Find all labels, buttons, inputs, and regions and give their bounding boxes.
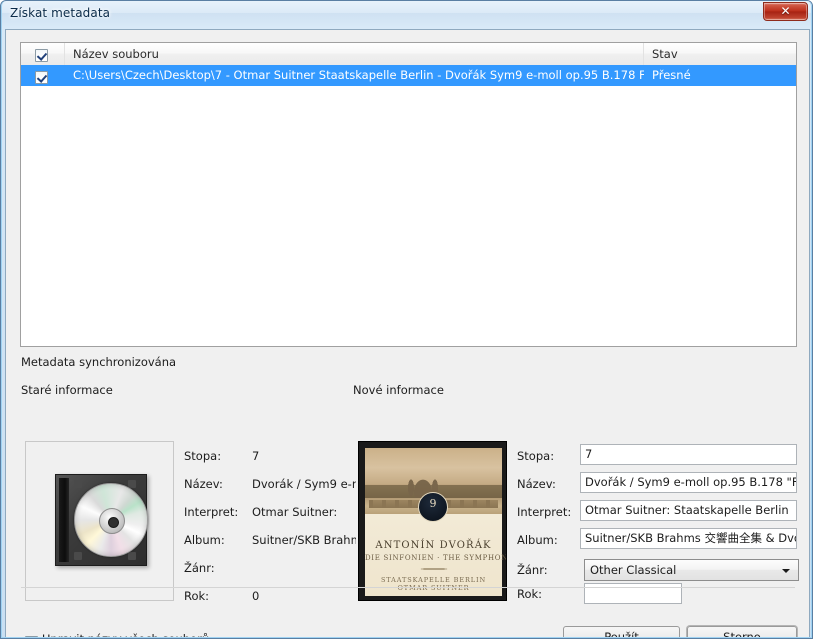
file-list-header: Název souboru Stav — [21, 43, 796, 66]
old-value-track: 7 — [252, 449, 260, 463]
cover-subtitle: DIE SINFONIEN · THE SYMPHONIES — [365, 554, 507, 562]
new-album-art: 9 ANTONÍN DVOŘÁK DIE SINFONIEN · THE SYM… — [358, 441, 507, 601]
row-state: Přesné — [652, 68, 691, 82]
checkbox-glyph — [35, 49, 48, 62]
dialog-client-area: Název souboru Stav C:\Users\Czech\Deskto… — [5, 29, 810, 639]
footer-divider — [21, 587, 795, 588]
rename-all-label: Upravit názvy všech souborů — [42, 632, 210, 639]
artist-field[interactable]: Otmar Suitner: Staatskapelle Berlin — [580, 500, 797, 521]
apply-button[interactable]: Použít — [563, 626, 680, 638]
column-header-state[interactable]: Stav — [644, 43, 796, 65]
status-message: Metadata synchronizována — [21, 355, 177, 369]
close-icon: ✕ — [780, 4, 791, 18]
new-label-album: Album: — [517, 533, 558, 547]
table-row[interactable]: C:\Users\Czech\Desktop\7 - Otmar Suitner… — [21, 65, 796, 86]
album-field[interactable]: Suitner/SKB Brahms 交響曲全集 & Dvořák — [580, 528, 797, 549]
cd-jewel-case-icon — [55, 474, 148, 566]
cd-corner — [128, 552, 136, 560]
cd-corner — [74, 552, 82, 560]
cd-spine — [59, 478, 69, 562]
track-field[interactable]: 7 — [580, 444, 797, 465]
old-info-heading: Staré informace — [21, 383, 113, 397]
old-label-album: Album: — [184, 533, 225, 547]
new-label-genre: Žánr: — [517, 563, 548, 577]
cd-hub — [99, 508, 125, 534]
new-label-title: Název: — [517, 477, 556, 491]
new-info-heading: Nové informace — [353, 383, 444, 397]
old-label-title: Název: — [184, 477, 223, 491]
cover-artist: ANTONÍN DVOŘÁK — [375, 540, 492, 551]
genre-selected-value: Other Classical — [590, 563, 677, 577]
old-value-year: 0 — [252, 589, 260, 603]
old-album-art — [25, 441, 174, 601]
old-value-title: Dvorák / Sym9 e-moll — [252, 477, 356, 491]
close-button[interactable]: ✕ — [763, 2, 808, 21]
new-label-artist: Interpret: — [517, 505, 572, 519]
rename-all-checkbox[interactable] — [25, 634, 38, 638]
old-label-genre: Žánr: — [184, 561, 215, 575]
title-bar: Získat metadata ✕ — [1, 1, 812, 29]
cd-hole — [108, 517, 119, 528]
file-list[interactable]: Název souboru Stav C:\Users\Czech\Deskto… — [20, 42, 797, 347]
column-header-checkbox[interactable] — [21, 43, 65, 65]
old-label-track: Stopa: — [184, 449, 222, 463]
cd-disc-icon — [74, 483, 148, 557]
cd-corner — [74, 480, 82, 488]
old-label-year: Rok: — [184, 589, 210, 603]
cover-text-panel: ANTONÍN DVOŘÁK DIE SINFONIEN · THE SYMPH… — [365, 514, 507, 596]
select-all-checkbox[interactable] — [35, 47, 48, 65]
cover-ornament-icon — [408, 566, 460, 572]
checkbox-glyph — [35, 71, 48, 84]
cancel-button[interactable]: Storno — [687, 626, 797, 638]
window-title: Získat metadata — [10, 6, 111, 20]
label-seal-icon: 9 — [418, 492, 448, 522]
old-label-artist: Interpret: — [184, 505, 239, 519]
cover-performer-2: OTMAR SUITNER — [397, 584, 470, 592]
old-value-album: Suitner/SKB Brahms — [252, 533, 356, 547]
cover-performer-1: STAATSKAPELLE BERLIN — [380, 576, 487, 584]
row-checkbox[interactable] — [35, 69, 48, 88]
new-label-track: Stopa: — [517, 449, 555, 463]
old-value-artist: Otmar Suitner: — [252, 505, 338, 519]
new-label-year: Rok: — [517, 587, 543, 601]
row-filename: C:\Users\Czech\Desktop\7 - Otmar Suitner… — [73, 68, 644, 82]
dialog-window: Získat metadata ✕ Název souboru Stav C:\… — [0, 0, 813, 639]
column-header-filename[interactable]: Název souboru — [65, 43, 644, 65]
genre-dropdown[interactable]: Other Classical — [584, 559, 799, 581]
chevron-down-icon — [782, 569, 790, 573]
title-field[interactable]: Dvořák / Sym9 e-moll op.95 B.178 "From t… — [580, 472, 797, 493]
